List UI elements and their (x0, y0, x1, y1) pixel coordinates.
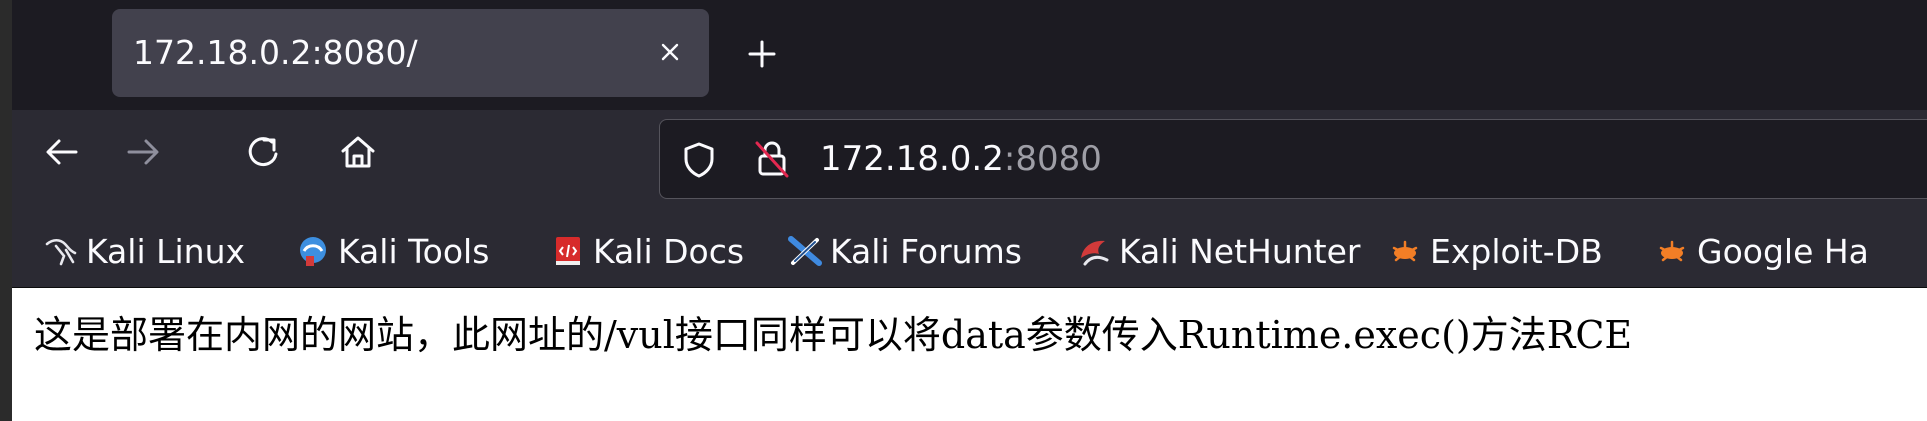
insecure-lock-icon[interactable] (750, 136, 794, 180)
bookmark-kali-tools[interactable]: Kali Tools (296, 230, 489, 272)
url-host: 172.18.0.2 (820, 139, 1004, 179)
close-icon[interactable] (650, 32, 690, 72)
bookmark-kali-nethunter[interactable]: Kali NetHunter (1077, 230, 1361, 272)
bookmark-label: Kali Tools (338, 231, 490, 271)
tab-title: 172.18.0.2:8080/ (133, 33, 418, 72)
window-frame-left (0, 0, 12, 421)
bookmark-kali-docs[interactable]: Kali Docs (551, 230, 744, 272)
home-icon[interactable] (336, 130, 380, 174)
browser-window: 172.18.0.2:8080/ 172.18.0.2:8080 Kali Li… (0, 0, 1927, 421)
bookmark-kali-linux[interactable]: Kali Linux (44, 230, 245, 272)
bookmark-label: Kali Linux (86, 231, 246, 271)
bookmark-exploit-db[interactable]: Exploit-DB (1388, 230, 1603, 272)
plus-icon[interactable] (742, 34, 782, 74)
bookmark-google-hacking[interactable]: Google Ha (1655, 230, 1869, 272)
bookmark-kali-forums[interactable]: Kali Forums (788, 230, 1022, 272)
bookmark-label: Google Ha (1697, 231, 1869, 271)
exploit-db-icon (1392, 240, 1418, 262)
arrow-left-icon[interactable] (40, 130, 84, 174)
bookmark-label: Exploit-DB (1430, 231, 1603, 271)
bookmark-label: Kali NetHunter (1119, 231, 1361, 271)
kali-dragon-icon (45, 238, 77, 266)
kali-forums-icon (788, 236, 822, 266)
arrow-right-icon[interactable] (121, 130, 165, 174)
kali-nethunter-icon (1081, 240, 1109, 266)
google-hacking-icon (1659, 240, 1685, 262)
shield-icon[interactable] (677, 138, 721, 182)
kali-tools-icon (300, 237, 326, 266)
kali-docs-icon (556, 237, 580, 265)
page-body-text: 这是部署在内网的网站，此网址的/vul接口同样可以将data参数传入Runtim… (34, 313, 1633, 357)
url-port: :8080 (1003, 139, 1102, 179)
bookmark-label: Kali Forums (830, 231, 1022, 271)
reload-icon[interactable] (241, 130, 285, 174)
bookmark-label: Kali Docs (593, 231, 745, 271)
url-text[interactable]: 172.18.0.2:8080 (820, 138, 1102, 180)
